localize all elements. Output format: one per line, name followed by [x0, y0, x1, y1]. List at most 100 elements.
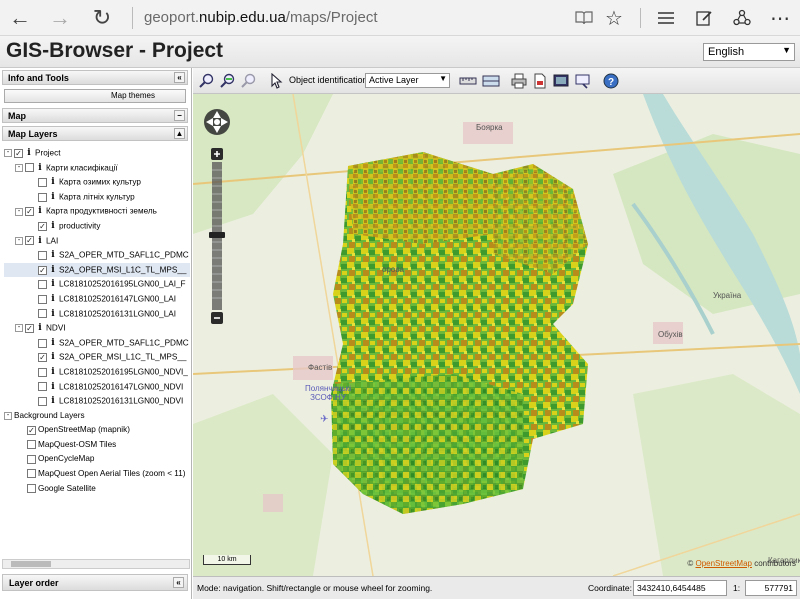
info-icon[interactable]: i — [36, 161, 44, 176]
info-icon[interactable]: i — [36, 234, 44, 249]
language-select[interactable]: English ▼ — [703, 43, 795, 61]
info-icon[interactable]: i — [49, 263, 57, 278]
coordinate-field[interactable]: 3432410,6454485 — [633, 580, 727, 596]
info-icon[interactable]: i — [49, 175, 57, 190]
layer-tree-node[interactable]: ✓ i S2A_OPER_MSI_L1C_TL_MPS__ — [4, 350, 190, 365]
layer-checkbox[interactable] — [25, 163, 34, 173]
send-permalink-icon[interactable] — [573, 71, 592, 90]
layer-checkbox[interactable] — [38, 192, 47, 202]
layer-checkbox[interactable] — [27, 440, 36, 450]
help-icon[interactable]: ? — [601, 71, 620, 90]
measure-distance-icon[interactable] — [458, 71, 477, 90]
layer-checkbox[interactable]: ✓ — [38, 265, 47, 275]
layer-tree-node[interactable]: i LC81810252016195LGN00_LAI_F — [4, 277, 190, 292]
info-icon[interactable]: i — [49, 292, 57, 307]
fullscreen-icon[interactable] — [551, 71, 570, 90]
info-icon[interactable]: i — [49, 394, 57, 409]
map-canvas[interactable]: Боярка Україна Обухів Фастів Полянчицькі… — [193, 94, 800, 576]
layer-checkbox[interactable] — [38, 338, 47, 348]
layer-tree-node[interactable]: i LC81810252016147LGN00_NDVI — [4, 380, 190, 395]
info-icon[interactable]: i — [49, 190, 57, 205]
scale-field[interactable]: 577791 — [745, 580, 797, 596]
info-icon[interactable]: i — [49, 336, 57, 351]
layer-tree-node[interactable]: - Background Layers — [4, 409, 190, 424]
info-icon[interactable]: i — [49, 307, 57, 322]
address-bar[interactable]: geoport.nubip.edu.ua/maps/Project — [144, 9, 378, 26]
expand-icon[interactable]: « — [173, 577, 184, 588]
collapse-icon[interactable]: « — [174, 72, 185, 83]
info-tools-header[interactable]: Info and Tools « — [2, 70, 188, 85]
layer-tree-node[interactable]: i S2A_OPER_MTD_SAFL1C_PDMC — [4, 336, 190, 351]
tree-collapse-icon[interactable]: - — [15, 163, 23, 172]
layer-checkbox[interactable]: ✓ — [25, 207, 34, 217]
layer-checkbox[interactable] — [27, 469, 36, 479]
layer-checkbox[interactable]: ✓ — [38, 221, 47, 231]
layer-tree-node[interactable]: i Карта літніх культур — [4, 190, 190, 205]
web-note-icon[interactable] — [690, 4, 718, 32]
layer-tree-node[interactable]: - i Карти класифікації — [4, 161, 190, 176]
share-icon[interactable] — [728, 4, 756, 32]
active-layer-select[interactable]: Active Layer ▼ — [365, 73, 450, 88]
layer-tree-node[interactable]: OpenCycleMap — [4, 452, 190, 467]
layer-checkbox[interactable]: ✓ — [14, 148, 23, 158]
info-icon[interactable]: i — [25, 146, 33, 161]
layer-tree-node[interactable]: Google Satellite — [4, 482, 190, 496]
more-icon[interactable]: ⋯ — [766, 4, 794, 32]
layer-tree-node[interactable]: i LC81810252016195LGN00_NDVI_ — [4, 365, 190, 380]
layer-tree-node[interactable]: ✓ i productivity — [4, 219, 190, 234]
layer-checkbox[interactable]: ✓ — [25, 236, 34, 246]
chevron-up-icon[interactable]: ▲ — [174, 128, 185, 139]
layer-tree-node[interactable]: - ✓ i NDVI — [4, 321, 190, 336]
export-pdf-icon[interactable] — [530, 71, 549, 90]
hub-menu-icon[interactable] — [652, 4, 680, 32]
tree-collapse-icon[interactable]: - — [4, 411, 12, 420]
horizontal-scrollbar[interactable] — [2, 559, 190, 569]
layer-checkbox[interactable]: ✓ — [25, 323, 34, 333]
tree-collapse-icon[interactable]: - — [4, 149, 12, 158]
layer-checkbox[interactable] — [38, 177, 47, 187]
layer-order-header[interactable]: Layer order « — [2, 574, 188, 591]
info-icon[interactable]: i — [49, 248, 57, 263]
info-icon[interactable]: i — [49, 350, 57, 365]
back-icon[interactable]: ← — [6, 4, 34, 32]
info-icon[interactable]: i — [49, 365, 57, 380]
layer-checkbox[interactable] — [38, 294, 47, 304]
info-icon[interactable]: i — [49, 380, 57, 395]
forward-icon[interactable]: → — [46, 4, 74, 32]
layer-checkbox[interactable] — [27, 454, 36, 464]
layer-tree-node[interactable]: i LC81810252016131LGN00_NDVI — [4, 394, 190, 409]
info-icon[interactable]: i — [36, 321, 44, 336]
refresh-icon[interactable]: ↻ — [88, 4, 116, 32]
layer-tree-node[interactable]: i LC81810252016147LGN00_LAI — [4, 292, 190, 307]
layer-tree-node[interactable]: MapQuest Open Aerial Tiles (zoom < 11) — [4, 467, 190, 482]
zoom-previous-icon[interactable] — [218, 71, 237, 90]
tree-collapse-icon[interactable]: - — [15, 324, 23, 333]
layer-tree-node[interactable]: i LC81810252016131LGN00_LAI — [4, 307, 190, 322]
map-header[interactable]: Map − — [2, 108, 188, 123]
layer-tree-node[interactable]: ✓ i S2A_OPER_MSI_L1C_TL_MPS__ — [4, 262, 190, 278]
layer-checkbox[interactable] — [38, 367, 47, 377]
reading-view-icon[interactable] — [570, 4, 598, 32]
layer-tree-node[interactable]: - ✓ i LAI — [4, 234, 190, 249]
identify-pointer-icon[interactable] — [267, 71, 286, 90]
layer-tree-node[interactable]: - ✓ i Карта продуктивності земель — [4, 204, 190, 219]
map-navigation-control[interactable] — [197, 108, 237, 328]
layer-checkbox[interactable] — [38, 396, 47, 406]
layer-tree-node[interactable]: i S2A_OPER_MTD_SAFL1C_PDMC — [4, 248, 190, 263]
info-icon[interactable]: i — [36, 204, 44, 219]
tree-collapse-icon[interactable]: - — [15, 207, 23, 216]
layer-checkbox[interactable] — [27, 483, 36, 493]
favorite-star-icon[interactable]: ☆ — [600, 4, 628, 32]
map-layers-header[interactable]: Map Layers ▲ — [2, 126, 188, 141]
zoom-in-box-icon[interactable] — [197, 71, 216, 90]
layer-checkbox[interactable]: ✓ — [38, 353, 47, 363]
layer-checkbox[interactable] — [38, 309, 47, 319]
info-icon[interactable]: i — [49, 277, 57, 292]
layer-checkbox[interactable]: ✓ — [27, 425, 36, 435]
tree-collapse-icon[interactable]: - — [15, 236, 23, 245]
layer-tree-node[interactable]: ✓ OpenStreetMap (mapnik) — [4, 423, 190, 438]
print-icon[interactable] — [509, 71, 528, 90]
zoom-next-icon[interactable] — [239, 71, 258, 90]
layer-checkbox[interactable] — [38, 250, 47, 260]
map-themes-button[interactable]: Map themes — [4, 89, 186, 103]
